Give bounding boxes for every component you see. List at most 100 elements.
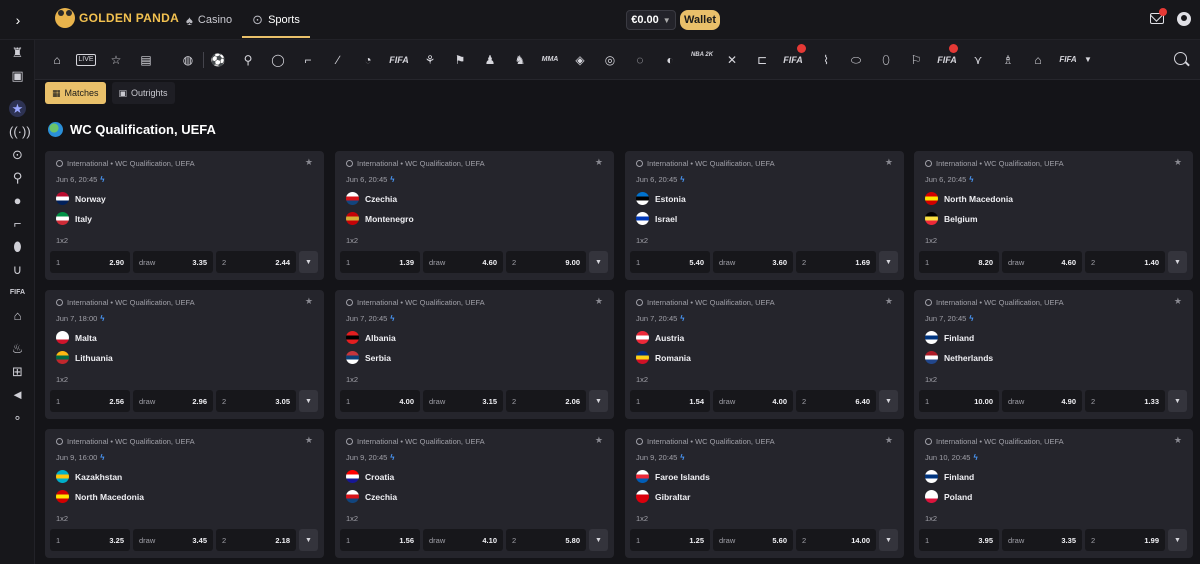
match-card[interactable]: International • WC Qualification, UEFA ★… (45, 290, 324, 419)
fifa-volta-icon[interactable]: FIFA (780, 51, 806, 69)
badminton-icon[interactable]: ⚘ (420, 51, 440, 69)
dota-icon[interactable]: ◐ (660, 51, 680, 69)
expand-sidebar-icon[interactable]: › (10, 10, 26, 30)
odds-button[interactable]: 1 3.25 (50, 529, 130, 551)
home-team[interactable]: Finland (925, 470, 974, 483)
odds-button[interactable]: 1 4.00 (340, 390, 420, 412)
favorite-star-icon[interactable]: ★ (595, 296, 603, 307)
match-card[interactable]: International • WC Qualification, UEFA ★… (335, 151, 614, 280)
live-icon[interactable]: LIVE (76, 54, 96, 66)
american-football-icon[interactable]: ⬮ (9, 238, 26, 255)
odds-button[interactable]: 1 10.00 (919, 390, 999, 412)
odds-button[interactable]: draw 5.60 (713, 529, 793, 551)
golf-icon[interactable]: ◌ (630, 51, 650, 69)
ski-icon[interactable]: ⌇ (816, 51, 836, 69)
more-markets-button[interactable]: ▼ (589, 390, 608, 412)
basketball-icon[interactable]: ◯ (268, 51, 288, 69)
esports-x-icon[interactable]: ✕ (722, 51, 742, 69)
favorite-star-icon[interactable]: ★ (595, 157, 603, 168)
rugby-icon[interactable]: ⬭ (846, 51, 866, 69)
odds-button[interactable]: draw 3.45 (133, 529, 213, 551)
mma-icon[interactable]: MMA (538, 51, 562, 69)
away-team[interactable]: Gibraltar (636, 490, 690, 503)
odds-button[interactable]: draw 4.60 (1002, 251, 1082, 273)
home-icon[interactable]: ⌂ (47, 51, 67, 69)
away-team[interactable]: Serbia (346, 351, 391, 364)
fifa-icon[interactable]: FIFA (386, 51, 412, 69)
odds-button[interactable]: draw 4.00 (713, 390, 793, 412)
hockey-icon[interactable]: ⌐ (298, 51, 318, 69)
hockey-icon[interactable]: ⌐ (9, 215, 26, 232)
more-markets-button[interactable]: ▼ (299, 251, 318, 273)
match-card[interactable]: International • WC Qualification, UEFA ★… (625, 429, 904, 558)
league-icon[interactable]: ⊏ (752, 51, 772, 69)
soccer-icon[interactable]: ⊙ (9, 146, 26, 163)
odds-button[interactable]: 1 5.40 (630, 251, 710, 273)
wallet-button[interactable]: Wallet (680, 10, 720, 30)
match-card[interactable]: International • WC Qualification, UEFA ★… (625, 151, 904, 280)
odds-button[interactable]: 1 2.90 (50, 251, 130, 273)
basketball-icon[interactable]: ● (9, 192, 26, 209)
odds-button[interactable]: 2 14.00 (796, 529, 876, 551)
chess-icon[interactable]: ♗ (998, 51, 1018, 69)
home-team[interactable]: Malta (56, 331, 97, 344)
match-card[interactable]: International • WC Qualification, UEFA ★… (45, 151, 324, 280)
more-markets-button[interactable]: ▼ (589, 529, 608, 551)
odds-button[interactable]: 2 5.80 (506, 529, 586, 551)
odds-button[interactable]: 2 1.69 (796, 251, 876, 273)
home-team[interactable]: Czechia (346, 192, 397, 205)
valorant-icon[interactable]: ⋎ (968, 51, 988, 69)
odds-button[interactable]: draw 3.35 (133, 251, 213, 273)
match-card[interactable]: International • WC Qualification, UEFA ★… (625, 290, 904, 419)
darts-icon[interactable]: ◎ (600, 51, 620, 69)
odds-button[interactable]: 1 1.39 (340, 251, 420, 273)
odds-button[interactable]: draw 4.90 (1002, 390, 1082, 412)
home-team[interactable]: North Macedonia (925, 192, 1013, 205)
away-team[interactable]: Israel (636, 212, 677, 225)
home-team[interactable]: Kazakhstan (56, 470, 122, 483)
home-team[interactable]: Norway (56, 192, 106, 205)
nba2k-icon[interactable]: NBA 2K (690, 51, 714, 69)
nav-casino[interactable]: ♠ Casino (176, 0, 242, 40)
chevron-down-icon[interactable]: ▼ (1078, 51, 1098, 69)
more-markets-button[interactable]: ▼ (879, 529, 898, 551)
more-markets-button[interactable]: ▼ (299, 390, 318, 412)
odds-button[interactable]: 2 2.06 (506, 390, 586, 412)
odds-button[interactable]: 2 9.00 (506, 251, 586, 273)
favorite-star-icon[interactable]: ★ (305, 435, 313, 446)
odds-button[interactable]: draw 3.35 (1002, 529, 1082, 551)
away-team[interactable]: Romania (636, 351, 691, 364)
live-icon[interactable]: ((·)) (9, 123, 31, 140)
tennis-icon[interactable]: ⚲ (9, 169, 26, 186)
match-card[interactable]: International • WC Qualification, UEFA ★… (335, 290, 614, 419)
casino-icon[interactable]: ♜ (9, 44, 26, 61)
more-markets-button[interactable]: ▼ (879, 390, 898, 412)
search-icon[interactable] (1174, 52, 1187, 65)
odds-button[interactable]: 2 2.44 (216, 251, 296, 273)
megaphone-icon[interactable]: ◄ (9, 386, 26, 403)
star-icon[interactable]: ☆ (106, 51, 126, 69)
favorite-star-icon[interactable]: ★ (1174, 157, 1182, 168)
favorite-star-icon[interactable]: ★ (1174, 296, 1182, 307)
odds-button[interactable]: 2 2.18 (216, 529, 296, 551)
tab-matches[interactable]: ▦ Matches (45, 82, 106, 104)
snooker-icon[interactable]: ⚐ (906, 51, 926, 69)
odds-button[interactable]: draw 4.10 (423, 529, 503, 551)
aussie-rules-icon[interactable]: ⬯ (876, 51, 896, 69)
home-team[interactable]: Austria (636, 331, 684, 344)
match-card[interactable]: International • WC Qualification, UEFA ★… (914, 151, 1193, 280)
racing-flag-icon[interactable]: ⚑ (450, 51, 470, 69)
away-team[interactable]: Belgium (925, 212, 978, 225)
soccer-icon[interactable]: ⚽ (208, 51, 228, 69)
odds-button[interactable]: 2 1.40 (1085, 251, 1165, 273)
away-team[interactable]: North Macedonia (56, 490, 144, 503)
favorite-star-icon[interactable]: ★ (305, 157, 313, 168)
stadium-icon[interactable]: ⌂ (9, 307, 26, 324)
odds-button[interactable]: 1 1.54 (630, 390, 710, 412)
favorite-star-icon[interactable]: ★ (305, 296, 313, 307)
home-team[interactable]: Estonia (636, 192, 686, 205)
more-markets-button[interactable]: ▼ (1168, 529, 1187, 551)
user-icon[interactable] (1177, 12, 1191, 26)
tennis-icon[interactable]: ⚲ (238, 51, 258, 69)
fire-icon[interactable]: ♨ (9, 340, 26, 357)
